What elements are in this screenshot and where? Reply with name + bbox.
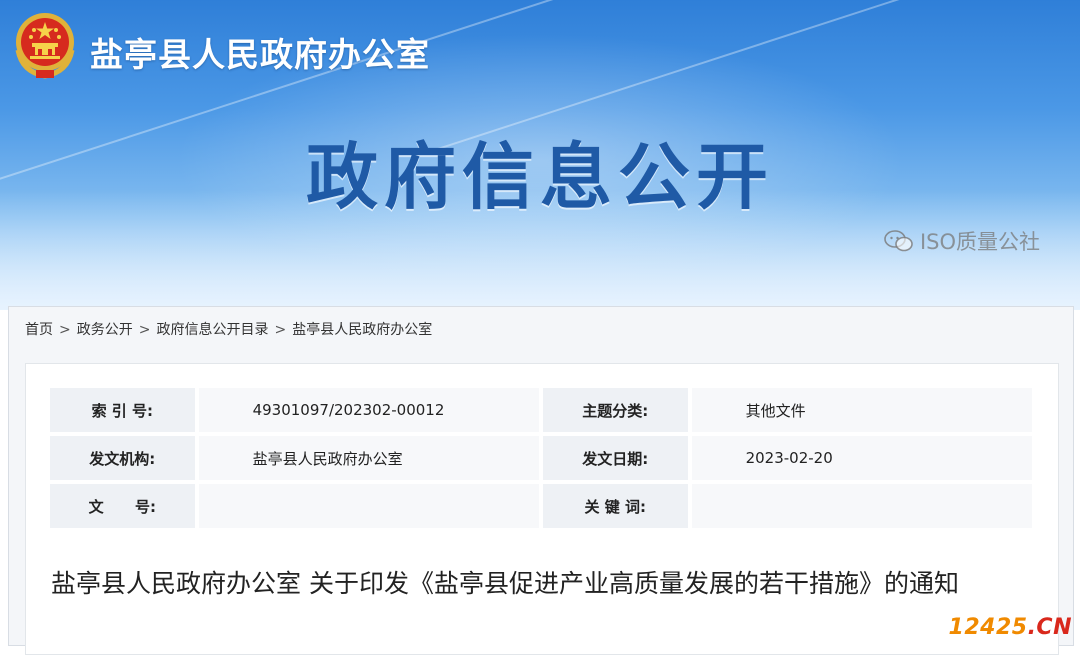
document-title: 盐亭县人民政府办公室 关于印发《盐亭县促进产业高质量发展的若干措施》的通知 [51,569,959,598]
document-info-table: 索 引 号: 49301097/202302-00012 主题分类: 其他文件 … [46,384,1036,532]
site-title[interactable]: 盐亭县人民政府办公室 [90,28,430,76]
breadcrumb-info-catalog[interactable]: 政府信息公开目录 [156,322,268,338]
index-number-label: 索 引 号: [50,388,195,432]
breadcrumb: 首页 > 政务公开 > 政府信息公开目录 > 盐亭县人民政府办公室 [25,319,432,339]
category-label: 主题分类: [542,388,688,432]
site-watermark-number: 12425 [948,615,1028,640]
breadcrumb-public-affairs[interactable]: 政务公开 [77,322,133,338]
issuer-label: 发文机构: [50,436,195,480]
national-emblem-icon [15,13,75,79]
table-row: 文 号: 关 键 词: [50,484,1032,528]
table-row: 发文机构: 盐亭县人民政府办公室 发文日期: 2023-02-20 [50,436,1032,480]
breadcrumb-separator: > [138,322,151,338]
index-number-value: 49301097/202302-00012 [198,388,539,432]
category-value: 其他文件 [691,388,1032,432]
wechat-watermark-text: ISO质量公社 [919,230,1040,254]
site-watermark-suffix: .CN [1027,615,1072,640]
site-watermark: 12425.CN [949,615,1072,640]
wechat-bubble-icon [884,230,913,252]
issue-date-label: 发文日期: [542,436,688,480]
keywords-value [691,484,1032,528]
breadcrumb-separator: > [274,322,287,338]
content-panel: 首页 > 政务公开 > 政府信息公开目录 > 盐亭县人民政府办公室 索 引 号: 49301… [8,306,1074,655]
header-banner: 盐亭县人民政府办公室 政府信息公开 [0,0,1080,310]
breadcrumb-separator: > [59,322,71,338]
document-area: 索 引 号: 49301097/202302-00012 主题分类: 其他文件 … [25,363,1059,655]
breadcrumb-home[interactable]: 首页 [25,322,53,338]
document-number-label: 文 号: [50,484,195,528]
table-row: 索 引 号: 49301097/202302-00012 主题分类: 其他文件 [50,388,1032,432]
issue-date-value: 2023-02-20 [691,436,1032,480]
issuer-value: 盐亭县人民政府办公室 [198,436,539,480]
banner-title: 政府信息公开 [305,135,774,219]
document-number-value [198,484,539,528]
keywords-label: 关 键 词: [542,484,688,528]
breadcrumb-office[interactable]: 盐亭县人民政府办公室 [292,322,432,338]
wechat-watermark: ISO质量公社 [884,226,1040,256]
